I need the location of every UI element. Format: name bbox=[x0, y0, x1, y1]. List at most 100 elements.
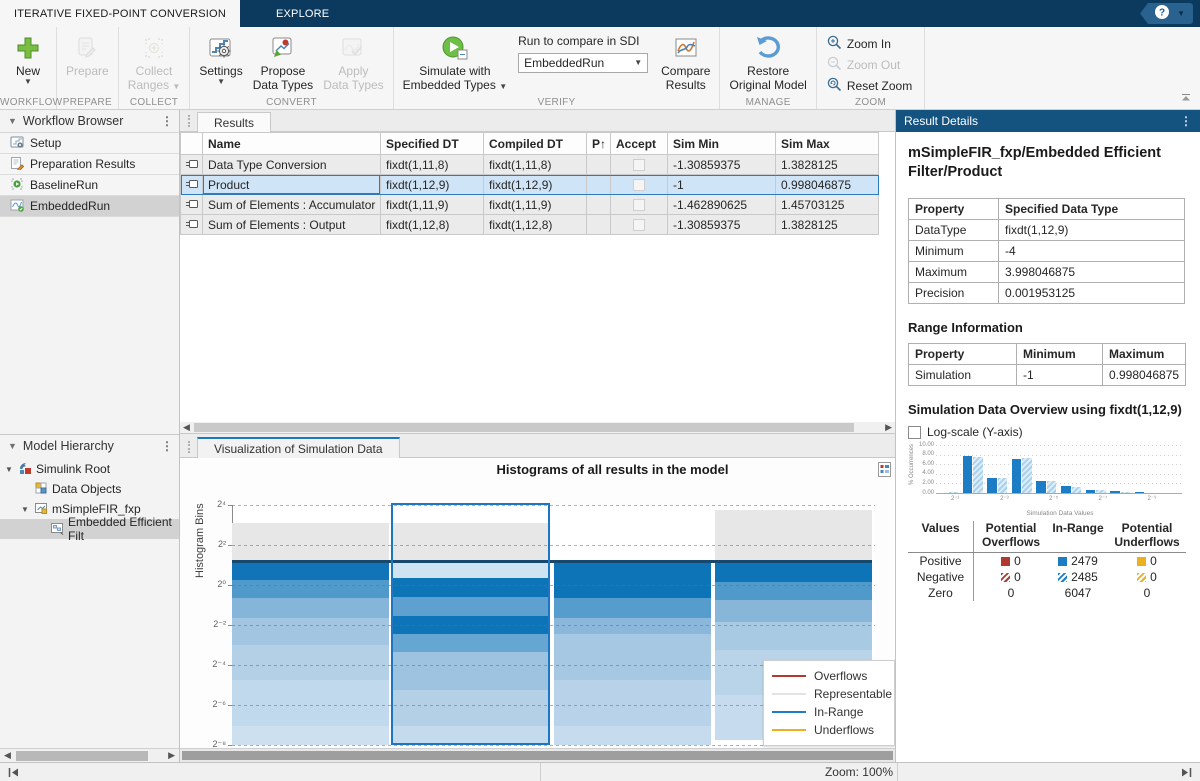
col-specified-dt[interactable]: Specified DT bbox=[381, 133, 484, 155]
scrollbar-thumb[interactable] bbox=[16, 751, 148, 761]
propose-data-types-icon bbox=[270, 32, 296, 64]
workflow-item-baselinerun[interactable]: BaselineRun bbox=[0, 175, 179, 196]
help-button[interactable]: ? ▼ bbox=[1140, 3, 1193, 24]
scrollbar-thumb[interactable] bbox=[194, 423, 854, 432]
representable-boundary-line bbox=[232, 560, 872, 563]
help-icon: ? bbox=[1154, 4, 1170, 23]
table-row[interactable]: Sum of Elements : Outputfixdt(1,12,8)fix… bbox=[181, 215, 879, 235]
histogram-band bbox=[554, 680, 711, 726]
tab-visualization[interactable]: Visualization of Simulation Data bbox=[197, 437, 400, 458]
kebab-menu-icon[interactable]: ⋮ bbox=[161, 439, 173, 453]
results-tabstrip: Results bbox=[180, 110, 895, 132]
y-tick-label: 6.00 bbox=[914, 461, 934, 467]
section-verify: Simulate with Embedded Types ▼ Run to co… bbox=[394, 27, 721, 109]
spec-property: Minimum bbox=[909, 241, 999, 262]
values-number: 0 bbox=[1150, 554, 1157, 568]
results-hscrollbar[interactable]: ◀ ▶ bbox=[180, 422, 895, 434]
table-row[interactable]: Productfixdt(1,12,9)fixdt(1,12,9)-10.998… bbox=[181, 175, 879, 195]
simulink-root-icon bbox=[18, 461, 32, 478]
col-sim-min[interactable]: Sim Min bbox=[668, 133, 776, 155]
expander-icon[interactable]: ▼ bbox=[20, 505, 30, 514]
collapse-triangle-icon[interactable]: ▼ bbox=[8, 441, 17, 451]
y-tick-label: 0.00 bbox=[914, 490, 934, 496]
reset-zoom-button[interactable]: Reset Zoom bbox=[827, 76, 912, 95]
bar-proposed bbox=[1072, 487, 1082, 493]
accept-checkbox[interactable] bbox=[633, 199, 645, 211]
tree-item-embedded-efficient-filt[interactable]: Embedded Efficient Filt bbox=[0, 519, 179, 539]
selected-column-outline bbox=[391, 503, 550, 745]
overflow-swatch bbox=[1001, 557, 1010, 566]
values-row-label: Zero bbox=[908, 585, 974, 601]
collect-ranges-icon bbox=[142, 32, 166, 64]
col-sim-max[interactable]: Sim Max bbox=[776, 133, 879, 155]
settings-button[interactable]: Settings ▼ bbox=[194, 30, 247, 95]
scrollbar-thumb[interactable] bbox=[182, 751, 893, 760]
results-header-row: Name Specified DT Compiled DT P↑ Accept … bbox=[181, 133, 879, 155]
dock-left-icon[interactable] bbox=[8, 767, 19, 781]
simulate-embedded-button[interactable]: Simulate with Embedded Types ▼ bbox=[398, 30, 512, 95]
model-hierarchy-hscrollbar[interactable]: ◀ ▶ bbox=[0, 748, 179, 762]
zoom-out-button[interactable]: Zoom Out bbox=[827, 55, 912, 74]
apply-data-types-button[interactable]: Apply Data Types bbox=[318, 30, 388, 95]
drag-grip-icon[interactable] bbox=[188, 441, 191, 453]
zoom-in-button[interactable]: Zoom In bbox=[827, 34, 912, 53]
collapse-triangle-icon[interactable]: ▼ bbox=[8, 116, 17, 126]
signal-block-icon bbox=[181, 175, 203, 195]
collapse-ribbon-button[interactable] bbox=[1180, 91, 1192, 105]
run-select-dropdown[interactable]: EmbeddedRun ▼ bbox=[518, 53, 648, 73]
y-tick-label: 2⁻⁴ bbox=[206, 659, 226, 670]
dock-right-icon[interactable] bbox=[1181, 767, 1192, 781]
workflow-item-embeddedrun[interactable]: EmbeddedRun bbox=[0, 196, 179, 217]
accept-checkbox[interactable] bbox=[633, 159, 645, 171]
spec-value: fixdt(1,12,9) bbox=[999, 220, 1185, 241]
accept-checkbox[interactable] bbox=[633, 219, 645, 231]
legend-label: Representable bbox=[814, 687, 892, 701]
tab-results[interactable]: Results bbox=[197, 112, 271, 132]
workflow-item-setup[interactable]: Setup bbox=[0, 133, 179, 154]
log-scale-checkbox[interactable] bbox=[908, 426, 921, 439]
propose-data-types-button[interactable]: Propose Data Types bbox=[248, 30, 318, 95]
col-name[interactable]: Name bbox=[203, 133, 381, 155]
values-number: 6047 bbox=[1065, 586, 1092, 600]
collect-ranges-button[interactable]: Collect Ranges ▼ bbox=[123, 30, 186, 95]
workflow-item-preparation-results[interactable]: Preparation Results bbox=[0, 154, 179, 175]
model-hierarchy-panel: ▼ Model Hierarchy ⋮ ▼Simulink RootData O… bbox=[0, 435, 179, 762]
prepare-button[interactable]: Prepare bbox=[61, 30, 114, 95]
x-axis-label: Simulation Data Values bbox=[936, 510, 1184, 517]
chart-properties-icon[interactable] bbox=[878, 462, 891, 480]
col-compiled-dt[interactable]: Compiled DT bbox=[484, 133, 587, 155]
col-proposed-sort[interactable]: P↑ bbox=[587, 133, 611, 155]
scroll-left-icon[interactable]: ◀ bbox=[183, 422, 190, 433]
tab-explore[interactable]: EXPLORE bbox=[262, 0, 343, 27]
accept-checkbox[interactable] bbox=[633, 179, 645, 191]
scroll-left-icon[interactable]: ◀ bbox=[4, 750, 11, 761]
tree-item-data-objects[interactable]: Data Objects bbox=[0, 479, 179, 499]
new-button[interactable]: New ▼ bbox=[4, 30, 52, 95]
col-accept[interactable]: Accept bbox=[611, 133, 668, 155]
legend-line-swatch bbox=[772, 711, 806, 713]
cell-specified-dt: fixdt(1,12,9) bbox=[381, 175, 484, 195]
table-row[interactable]: Sum of Elements : Accumulatorfixdt(1,11,… bbox=[181, 195, 879, 215]
chart-hscrollbar[interactable] bbox=[180, 748, 895, 762]
restore-original-model-button[interactable]: Restore Original Model bbox=[724, 30, 811, 95]
compare-results-button[interactable]: Compare Results bbox=[656, 30, 715, 95]
chevron-down-icon: ▼ bbox=[1177, 10, 1185, 18]
table-row[interactable]: Data Type Conversionfixdt(1,11,8)fixdt(1… bbox=[181, 155, 879, 175]
expander-icon[interactable]: ▼ bbox=[4, 465, 14, 474]
cell-accept bbox=[611, 155, 668, 175]
tree-item-simulink-root[interactable]: ▼Simulink Root bbox=[0, 459, 179, 479]
values-header-0: Values bbox=[908, 521, 974, 553]
histogram-band bbox=[232, 580, 389, 598]
plus-icon bbox=[15, 32, 41, 64]
scroll-right-icon[interactable]: ▶ bbox=[885, 422, 892, 433]
chart-legend[interactable]: OverflowsRepresentableIn-RangeUnderflows bbox=[763, 660, 895, 746]
x-tick-label: 2⁻⁹ bbox=[1142, 495, 1162, 502]
kebab-menu-icon[interactable]: ⋮ bbox=[1180, 114, 1192, 128]
drag-grip-icon[interactable] bbox=[188, 115, 191, 127]
signal-block-icon bbox=[181, 195, 203, 215]
tab-iterative-fixed-point-conversion[interactable]: ITERATIVE FIXED-POINT CONVERSION bbox=[0, 0, 240, 27]
kebab-menu-icon[interactable]: ⋮ bbox=[161, 114, 173, 128]
model-hierarchy-tree: ▼Simulink RootData Objects▼mSimpleFIR_fx… bbox=[0, 457, 179, 539]
scroll-right-icon[interactable]: ▶ bbox=[168, 750, 175, 761]
bar-proposed bbox=[949, 492, 959, 493]
